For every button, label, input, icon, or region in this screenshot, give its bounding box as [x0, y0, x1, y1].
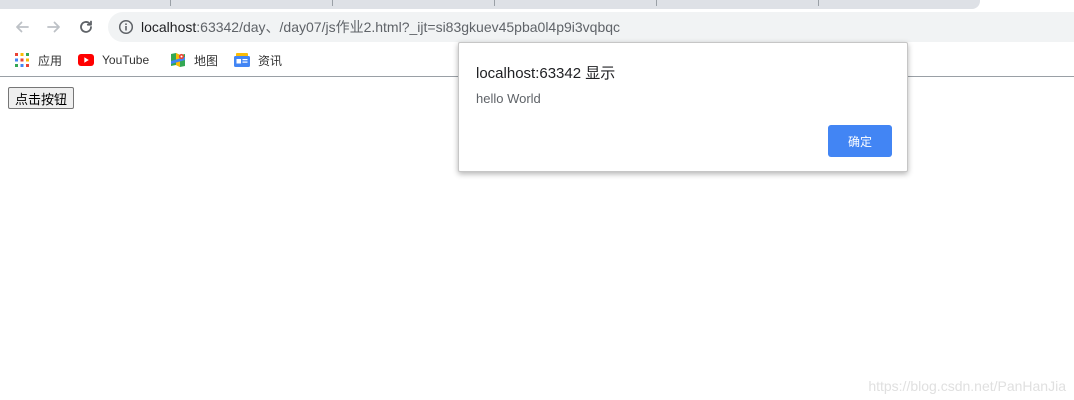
tab-separator — [494, 0, 495, 6]
tab-separator — [170, 0, 171, 6]
youtube-icon — [78, 52, 94, 68]
tab-strip — [0, 0, 1074, 9]
bookmark-label: 应用 — [38, 53, 63, 68]
dialog-title: localhost:63342 显示 — [476, 65, 616, 82]
url-path: :63342/day、/day07/js作业2.html?_ijt=si83gk… — [196, 19, 621, 35]
alert-dialog: localhost:63342 显示 hello World 确定 — [458, 42, 908, 172]
back-button[interactable] — [8, 13, 36, 41]
forward-button[interactable] — [40, 13, 68, 41]
bookmark-label: YouTube — [102, 53, 150, 67]
bookmark-maps[interactable]: 地图 — [170, 51, 218, 69]
tabs-background — [0, 0, 980, 9]
tab-separator — [332, 0, 333, 6]
dialog-message: hello World — [476, 91, 541, 106]
browser-window: localhost:63342/day、/day07/js作业2.html?_i… — [0, 0, 1074, 400]
bookmark-apps[interactable]: 应用 — [14, 51, 62, 69]
apps-grid-icon — [14, 52, 30, 68]
bookmark-news[interactable]: 资讯 — [234, 51, 282, 69]
toolbar: localhost:63342/day、/day07/js作业2.html?_i… — [0, 9, 1074, 45]
reload-icon — [80, 20, 92, 33]
arrow-left-icon — [16, 21, 29, 33]
reload-button[interactable] — [72, 13, 100, 41]
bookmark-label: 地图 — [194, 53, 219, 68]
watermark: https://blog.csdn.net/PanHanJia — [868, 378, 1066, 394]
url-text: localhost:63342/day、/day07/js作业2.html?_i… — [141, 17, 620, 37]
arrow-right-icon — [47, 21, 60, 33]
tab-separator — [818, 0, 819, 6]
address-bar[interactable]: localhost:63342/day、/day07/js作业2.html?_i… — [108, 12, 1074, 42]
url-host: localhost — [141, 19, 197, 35]
news-icon — [234, 52, 250, 68]
bookmark-label: 资讯 — [258, 53, 283, 68]
bookmark-youtube[interactable]: YouTube — [78, 51, 149, 69]
tab-separator — [656, 0, 657, 6]
click-button[interactable]: 点击按钮 — [8, 87, 75, 109]
info-icon[interactable] — [117, 18, 135, 36]
maps-icon — [170, 52, 186, 68]
ok-button[interactable]: 确定 — [828, 125, 892, 157]
